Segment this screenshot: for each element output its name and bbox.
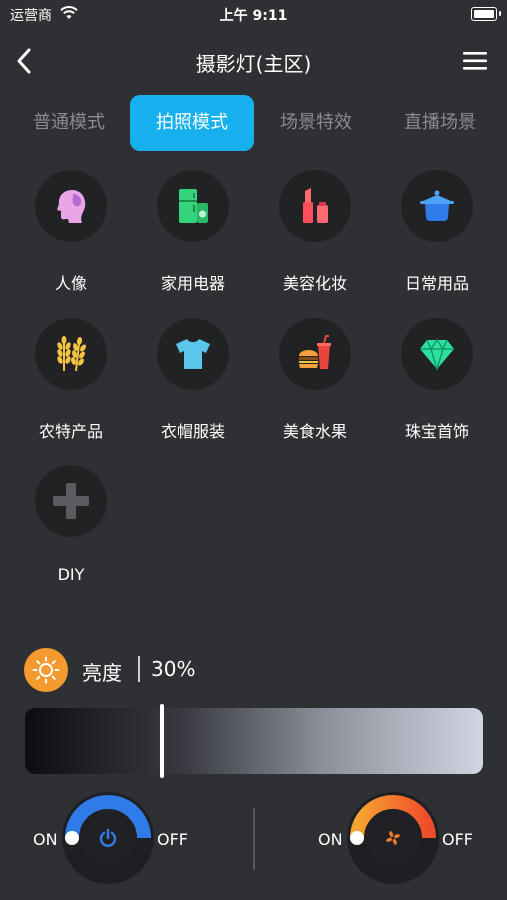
category-cosmetics[interactable]: 美容化妆 [254, 170, 376, 300]
fan-knob-handle[interactable] [350, 831, 364, 845]
category-label: 衣帽服装 [160, 422, 225, 441]
category-label: 日常用品 [404, 274, 469, 293]
category-label: 美容化妆 [282, 274, 347, 293]
tab-live-scene[interactable]: 直播场景 [378, 95, 502, 151]
nav-bar: 摄影灯(主区) [0, 40, 507, 82]
category-portrait[interactable]: 人像 [10, 170, 132, 300]
brightness-label: 亮度 [82, 661, 122, 685]
right-on-label: ON [318, 830, 343, 849]
status-time: 上午 9:11 [219, 8, 288, 24]
pot-icon [401, 170, 473, 242]
tshirt-icon [157, 318, 229, 390]
status-bar: 运营商 上午 9:11 [0, 0, 507, 30]
power-knob-handle[interactable] [65, 831, 79, 845]
brightness-value: 30% [151, 657, 196, 681]
category-label: DIY [57, 565, 85, 584]
category-label: 家用电器 [160, 274, 225, 293]
wheat-icon [35, 318, 107, 390]
brightness-separator [138, 656, 140, 682]
category-label: 珠宝首饰 [404, 422, 469, 441]
left-on-label: ON [33, 830, 58, 849]
battery-icon [471, 7, 501, 21]
power-icon [80, 810, 136, 866]
burger-drink-icon [279, 318, 351, 390]
category-farm-products[interactable]: 农特产品 [10, 318, 132, 448]
plus-icon [35, 465, 107, 537]
mode-tabs: 普通模式 拍照模式 场景特效 直播场景 [0, 95, 507, 151]
fan-icon [365, 810, 421, 866]
category-diy[interactable]: DIY [10, 465, 132, 595]
menu-icon[interactable] [463, 52, 487, 74]
appliance-icon [157, 170, 229, 242]
portrait-icon [35, 170, 107, 242]
power-knob[interactable] [62, 792, 154, 884]
page-title: 摄影灯(主区) [195, 52, 312, 76]
controls-divider [253, 808, 255, 870]
tab-normal-mode[interactable]: 普通模式 [7, 95, 131, 151]
fan-knob[interactable] [347, 792, 439, 884]
tab-scene-effects[interactable]: 场景特效 [254, 95, 378, 151]
tab-photo-mode[interactable]: 拍照模式 [130, 95, 254, 151]
category-label: 美食水果 [282, 422, 347, 441]
left-off-label: OFF [157, 830, 188, 849]
brightness-slider[interactable] [25, 704, 483, 778]
category-appliances[interactable]: 家用电器 [132, 170, 254, 300]
sun-icon [24, 648, 68, 692]
category-label: 人像 [54, 274, 87, 293]
right-off-label: OFF [442, 830, 473, 849]
diamond-icon [401, 318, 473, 390]
category-food[interactable]: 美食水果 [254, 318, 376, 448]
cosmetics-icon [279, 170, 351, 242]
category-clothing[interactable]: 衣帽服装 [132, 318, 254, 448]
category-daily-goods[interactable]: 日常用品 [376, 170, 498, 300]
category-label: 农特产品 [38, 422, 103, 441]
brightness-slider-thumb[interactable] [160, 704, 164, 778]
category-jewelry[interactable]: 珠宝首饰 [376, 318, 498, 448]
